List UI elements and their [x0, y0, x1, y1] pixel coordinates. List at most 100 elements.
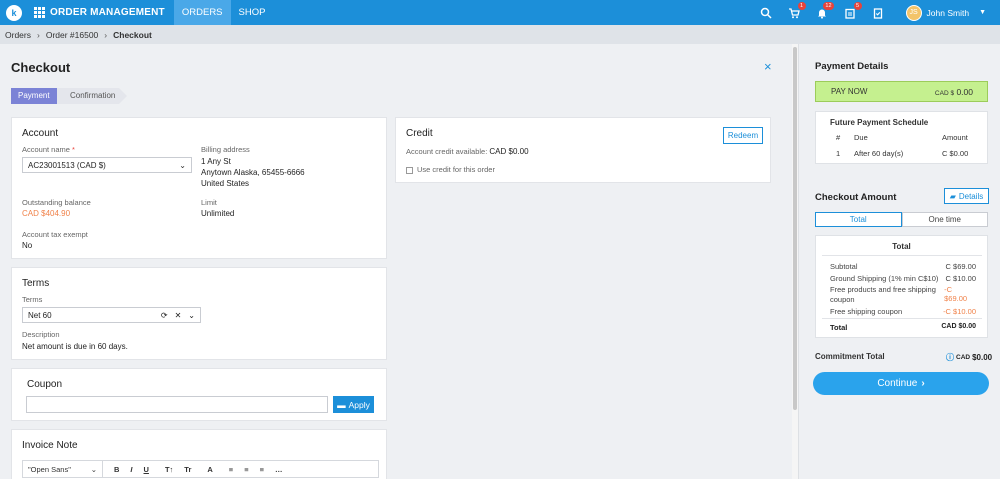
- details-button[interactable]: ▰ Details: [944, 188, 989, 204]
- underline-button[interactable]: U: [144, 465, 149, 474]
- chevron-down-icon: ⌄: [179, 160, 186, 170]
- limit-label: Limit: [201, 198, 217, 207]
- outstanding-label: Outstanding balance: [22, 198, 91, 207]
- chevron-down-icon[interactable]: ⌄: [188, 311, 195, 320]
- chevron-right-icon: ›: [36, 29, 40, 40]
- step-payment[interactable]: Payment: [11, 88, 65, 104]
- top-navbar: k ORDER MANAGEMENT ORDERS SHOP 1 12 5 JS…: [0, 0, 1000, 25]
- breadcrumb-order[interactable]: Order #16500: [46, 30, 98, 40]
- page-title: Checkout: [11, 60, 71, 75]
- pay-now-row: PAY NOW CAD $ 0.00: [815, 81, 988, 102]
- text-style-button[interactable]: Tr: [184, 465, 191, 474]
- checkout-steps: Payment Confirmation: [11, 88, 127, 104]
- schedule-header: # Due Amount: [836, 133, 968, 142]
- terms-desc-label: Description: [22, 330, 60, 339]
- account-title: Account: [22, 128, 59, 139]
- billing-address: 1 Any St Anytown Alaska, 65455-6666 Unit…: [201, 157, 305, 188]
- app-logo[interactable]: k: [6, 4, 22, 21]
- schedule-title: Future Payment Schedule: [830, 118, 929, 127]
- bold-button[interactable]: B: [114, 465, 119, 474]
- user-name[interactable]: John Smith: [927, 8, 970, 18]
- subtotal-row: Subtotal C $69.00: [830, 262, 976, 271]
- avatar[interactable]: JS: [905, 4, 922, 21]
- free-shipping-row: Free shipping coupon -C $10.00: [830, 307, 976, 316]
- checkout-amount-title: Checkout Amount: [815, 192, 897, 203]
- payment-details-title: Payment Details: [815, 61, 889, 72]
- commitment-label: Commitment Total: [815, 352, 885, 361]
- payment-panel: Payment Details PAY NOW CAD $ 0.00 Futur…: [798, 44, 1000, 479]
- editor-toolbar: "Open Sans" ⌄ B I U T↑ Tr A ≡ ≡ ≡ …: [22, 460, 379, 478]
- credit-available: Account credit available: CAD $0.00: [406, 147, 529, 156]
- font-select[interactable]: "Open Sans" ⌄: [23, 461, 103, 477]
- checkout-main: Checkout × Payment Confirmation Account …: [0, 44, 792, 479]
- chevron-right-icon: ›: [104, 29, 108, 40]
- commitment-value: ⓘ CAD $0.00: [946, 352, 993, 363]
- chevron-down-icon[interactable]: ▼: [979, 9, 986, 16]
- totals-title: Total: [892, 242, 911, 251]
- terms-select[interactable]: Net 60 ⟳ ✕ ⌄: [22, 307, 201, 323]
- truck-icon: ▰: [949, 191, 956, 201]
- apply-button[interactable]: ▬ Apply: [333, 396, 374, 413]
- align-center-button[interactable]: ≡: [244, 465, 248, 474]
- account-name-select[interactable]: AC23001513 (CAD $) ⌄: [22, 157, 192, 173]
- more-button[interactable]: …: [275, 465, 283, 474]
- schedule-row: 1 After 60 day(s) C $0.00: [836, 149, 969, 158]
- amount-toggle: Total One time: [815, 212, 988, 227]
- cart-icon[interactable]: 1: [788, 1, 806, 19]
- align-right-button[interactable]: ≡: [260, 465, 264, 474]
- account-name-label: Account name *: [22, 145, 75, 154]
- tab-one-time[interactable]: One time: [901, 212, 988, 227]
- totals-box: Total Subtotal C $69.00 Ground Shipping (…: [815, 235, 988, 338]
- invoice-note-title: Invoice Note: [22, 440, 78, 451]
- close-icon[interactable]: ×: [764, 59, 772, 74]
- chevron-right-icon: ›: [921, 378, 925, 389]
- tab-shop[interactable]: SHOP: [231, 0, 274, 25]
- search-icon[interactable]: [760, 7, 772, 19]
- total-row: Total CAD $0.00: [830, 323, 976, 332]
- tab-orders[interactable]: ORDERS: [173, 0, 231, 25]
- coupon-title: Coupon: [27, 379, 63, 390]
- scrollbar-thumb[interactable]: [793, 47, 797, 410]
- breadcrumb: Orders › Order #16500 › Checkout: [0, 25, 1000, 44]
- coupon-card: Coupon ▬ Apply: [11, 368, 387, 421]
- clipboard-icon[interactable]: [872, 7, 884, 19]
- italic-button[interactable]: I: [130, 465, 132, 474]
- ticket-icon: ▬: [337, 399, 346, 410]
- shipping-row: Ground Shipping (1% min C$10) C $10.00: [830, 274, 976, 283]
- limit-value: Unlimited: [201, 209, 235, 218]
- bell-icon[interactable]: 12: [816, 1, 834, 19]
- cart-badge: 1: [797, 1, 806, 10]
- tab-total[interactable]: Total: [815, 212, 902, 227]
- orders-icon[interactable]: 5: [844, 1, 862, 19]
- text-color-button[interactable]: A: [207, 465, 212, 474]
- continue-button[interactable]: Continue ›: [813, 372, 989, 395]
- redeem-button[interactable]: Redeem: [723, 127, 763, 144]
- align-left-button[interactable]: ≡: [229, 465, 233, 474]
- use-credit-checkbox[interactable]: Use credit for this order: [406, 165, 495, 174]
- credit-title: Credit: [406, 128, 433, 139]
- font-size-button[interactable]: T↑: [165, 465, 173, 474]
- tax-exempt-label: Account tax exempt: [22, 230, 88, 239]
- terms-title: Terms: [22, 278, 50, 289]
- orders-badge: 5: [853, 1, 862, 10]
- outstanding-value: CAD $404.90: [22, 209, 71, 218]
- account-card: Account Account name * AC23001513 (CAD $…: [11, 117, 387, 259]
- breadcrumb-orders[interactable]: Orders: [5, 30, 31, 40]
- terms-desc-value: Net amount is due in 60 days.: [22, 342, 128, 351]
- checkbox-icon[interactable]: [406, 166, 413, 174]
- terms-card: Terms Terms Net 60 ⟳ ✕ ⌄ Description Net…: [11, 267, 387, 360]
- refresh-icon[interactable]: ⟳: [161, 311, 168, 320]
- app-title[interactable]: ORDER MANAGEMENT: [34, 7, 165, 18]
- apps-grid-icon: [34, 7, 45, 18]
- chevron-down-icon: ⌄: [90, 464, 97, 474]
- bell-badge: 12: [823, 1, 834, 10]
- tax-exempt-value: No: [22, 241, 33, 250]
- terms-label: Terms: [22, 295, 43, 304]
- future-schedule-box: Future Payment Schedule # Due Amount 1 A…: [815, 111, 988, 164]
- step-confirmation[interactable]: Confirmation: [57, 88, 127, 104]
- info-icon[interactable]: ⓘ: [946, 352, 954, 363]
- coupon-input[interactable]: [26, 396, 328, 413]
- billing-label: Billing address: [201, 145, 250, 154]
- credit-card: Credit Redeem Account credit available: …: [395, 117, 771, 183]
- clear-icon[interactable]: ✕: [175, 311, 182, 320]
